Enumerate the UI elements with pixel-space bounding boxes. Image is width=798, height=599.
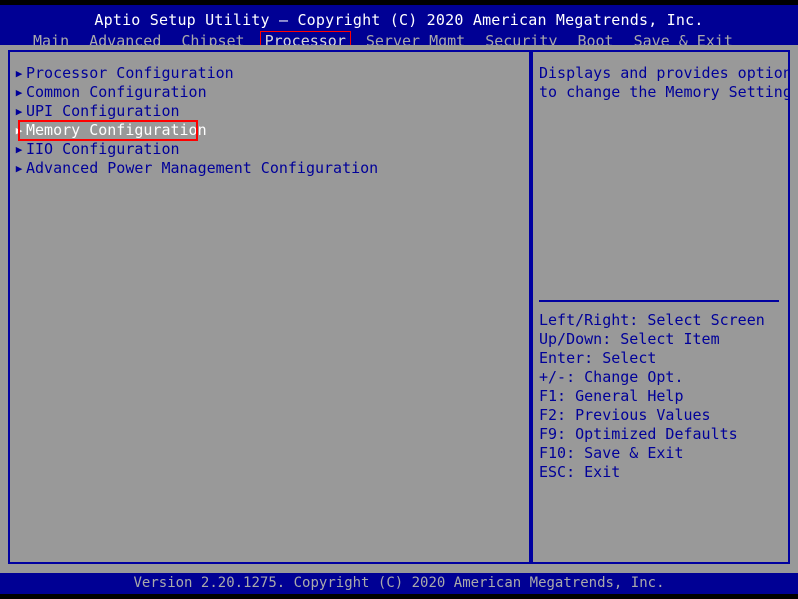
key-legend-line: Up/Down: Select Item — [539, 330, 720, 348]
menu-item-advanced-power-management-configuration[interactable]: ▶ Advanced Power Management Configuration — [10, 159, 529, 178]
page-title: Aptio Setup Utility – Copyright (C) 2020… — [94, 11, 704, 29]
help-description: Displays and provides option to change th… — [539, 64, 790, 102]
bios-setup-screen: Aptio Setup Utility – Copyright (C) 2020… — [0, 0, 798, 599]
submenu-arrow-icon: ▶ — [15, 67, 23, 80]
menu-item-label: Processor Configuration — [26, 64, 234, 82]
key-legend-line: ESC: Exit — [539, 463, 621, 481]
menu-item-upi-configuration[interactable]: ▶ UPI Configuration — [10, 102, 529, 121]
menu-item-label: UPI Configuration — [26, 102, 180, 120]
version-text: Version 2.20.1275. Copyright (C) 2020 Am… — [133, 575, 665, 591]
main-menu-panel: ▶ Processor Configuration ▶ Common Configur… — [8, 50, 531, 564]
submenu-arrow-icon: ▶ — [15, 124, 23, 137]
menu-item-label: IIO Configuration — [26, 140, 180, 158]
key-legend-list: Left/Right: Select Screen Up/Down: Select… — [539, 311, 787, 482]
submenu-arrow-icon: ▶ — [15, 143, 23, 156]
menu-item-common-configuration[interactable]: ▶ Common Configuration — [10, 83, 529, 102]
submenu-arrow-icon: ▶ — [15, 162, 23, 175]
footer-band: Version 2.20.1275. Copyright (C) 2020 Am… — [0, 573, 798, 594]
help-description-line: Displays and provides option — [539, 64, 790, 82]
help-separator — [539, 300, 779, 302]
menu-item-label: Common Configuration — [26, 83, 207, 101]
key-legend-line: F9: Optimized Defaults — [539, 425, 738, 443]
key-legend-line: Left/Right: Select Screen — [539, 311, 765, 329]
key-legend-line: F10: Save & Exit — [539, 444, 684, 462]
header-band: Aptio Setup Utility – Copyright (C) 2020… — [0, 5, 798, 50]
key-legend-line: Enter: Select — [539, 349, 657, 367]
menu-item-label: Advanced Power Management Configuration — [26, 159, 379, 177]
menu-item-label: Memory Configuration — [26, 121, 207, 139]
menu-item-processor-configuration[interactable]: ▶ Processor Configuration — [10, 64, 529, 83]
menu-item-list: ▶ Processor Configuration ▶ Common Configur… — [10, 64, 529, 178]
key-legend-line: F2: Previous Values — [539, 406, 711, 424]
menu-item-iio-configuration[interactable]: ▶ IIO Configuration — [10, 140, 529, 159]
key-legend-line: +/-: Change Opt. — [539, 368, 684, 386]
help-panel: Displays and provides option to change th… — [531, 50, 790, 564]
key-legend-line: F1: General Help — [539, 387, 684, 405]
menu-item-memory-configuration[interactable]: ▶ Memory Configuration — [10, 120, 529, 141]
bottom-border-strip — [0, 594, 798, 599]
submenu-arrow-icon: ▶ — [15, 105, 23, 118]
submenu-arrow-icon: ▶ — [15, 86, 23, 99]
help-description-line: to change the Memory Settings — [539, 83, 790, 101]
